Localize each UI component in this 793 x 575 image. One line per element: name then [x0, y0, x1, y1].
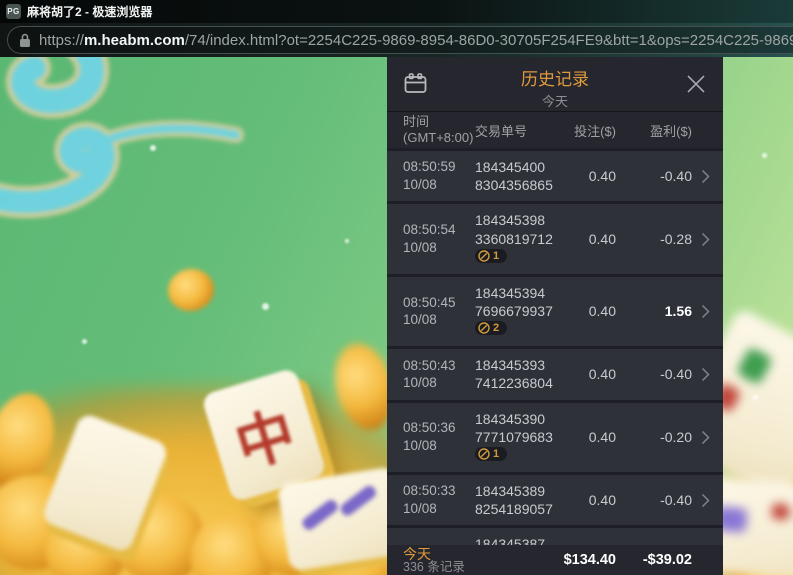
- column-header-bet: 投注($): [574, 123, 616, 139]
- row-profit: -0.40: [660, 168, 692, 185]
- browser-urlbar: https://m.heabm.com/74/index.html?ot=225…: [0, 23, 793, 57]
- sparkle: [753, 395, 758, 400]
- bonus-count: 1: [493, 447, 500, 460]
- row-bet: 0.40: [588, 366, 616, 383]
- row-bet: 0.40: [588, 492, 616, 509]
- red-dragon-character: 中: [228, 400, 303, 480]
- browser-titlebar: PG 麻将胡了2 - 极速浏览器: [0, 0, 793, 23]
- pg-favicon: PG: [6, 4, 21, 19]
- row-time: 08:50:54 10/08: [403, 222, 456, 256]
- sparkle: [262, 303, 269, 310]
- row-time: 08:50:36 10/08: [403, 420, 456, 454]
- table-header: 时间 (GMT+8:00) 交易单号 投注($) 盈利($): [387, 112, 723, 148]
- close-icon: [687, 75, 705, 93]
- row-bet: 0.40: [588, 231, 616, 248]
- table-row[interactable]: 08:50:36 10/08 184345390 7771079683 1 0.…: [387, 402, 723, 472]
- bonus-badge: 1: [475, 446, 508, 461]
- bonus-coin-icon: [478, 448, 490, 460]
- row-transaction: 184345394 7696679937 2: [475, 284, 553, 336]
- footer-summary: 今天 336 条记录: [403, 545, 465, 574]
- row-transaction: 184345389 8254189057: [475, 482, 553, 518]
- row-time: 08:50:33 10/08: [403, 483, 456, 517]
- url-host: m.heabm.com: [83, 31, 185, 49]
- row-time: 08:50:45 10/08: [403, 294, 456, 328]
- row-profit: 1.56: [664, 303, 692, 320]
- row-bet: 0.40: [588, 168, 616, 185]
- calendar-button[interactable]: [403, 72, 428, 96]
- row-transaction: 184345390 7771079683 1: [475, 410, 553, 461]
- gold-coin: [164, 265, 218, 315]
- chevron-right-icon: [701, 493, 710, 507]
- url-text: https://m.heabm.com/74/index.html?ot=225…: [39, 32, 793, 49]
- row-time: 08:50:59 10/08: [403, 159, 456, 193]
- window-title: 麻将胡了2 - 极速浏览器: [27, 5, 153, 19]
- bonus-count: 1: [493, 249, 500, 262]
- row-transaction: 184345400 8304356865: [475, 159, 553, 194]
- row-transaction: 184345393 7412236804: [475, 357, 553, 392]
- row-time: 08:50:43 10/08: [403, 357, 456, 391]
- bonus-count: 2: [493, 322, 500, 335]
- chevron-right-icon: [701, 232, 710, 246]
- row-bet: 0.40: [588, 429, 616, 446]
- footer-total-profit: -$39.02: [642, 552, 692, 568]
- sparkle: [762, 153, 767, 158]
- bonus-badge: 1: [475, 248, 508, 263]
- chevron-right-icon: [701, 430, 710, 444]
- url-path: /74/index.html?ot=2254C225-9869-8954-86D…: [184, 31, 793, 49]
- panel-title: 历史记录: [521, 70, 589, 89]
- chevron-right-icon: [701, 367, 710, 381]
- column-header-profit: 盈利($): [650, 123, 692, 139]
- panel-subtitle: 今天: [541, 94, 568, 109]
- row-profit: -0.20: [660, 429, 692, 446]
- history-panel-header: 历史记录 今天: [387, 57, 723, 112]
- lock-icon: [19, 33, 30, 47]
- bonus-coin-icon: [478, 322, 490, 334]
- calendar-icon: [404, 73, 427, 93]
- table-row[interactable]: 08:50:27 10/08 184345387 3780440064 1: [387, 528, 723, 545]
- cloud-swirl-decoration: [0, 57, 244, 218]
- history-rows: 08:50:59 10/08 184345400 8304356865 0.40…: [387, 148, 723, 545]
- table-row[interactable]: 08:50:43 10/08 184345393 7412236804 0.40…: [387, 349, 723, 400]
- table-row[interactable]: 08:50:33 10/08 184345389 8254189057 0.40…: [387, 474, 723, 526]
- row-profit: -0.40: [660, 492, 692, 509]
- chevron-right-icon: [701, 304, 710, 318]
- column-header-time: 时间 (GMT+8:00): [403, 114, 474, 145]
- table-row[interactable]: 08:50:59 10/08 184345400 8304356865 0.40…: [387, 151, 723, 202]
- sparkle: [345, 239, 349, 243]
- chevron-right-icon: [701, 169, 710, 183]
- sparkle: [82, 339, 87, 344]
- address-input[interactable]: https://m.heabm.com/74/index.html?ot=225…: [7, 26, 793, 54]
- row-transaction: 184345398 3360819712 1: [475, 212, 553, 263]
- table-row[interactable]: 08:50:45 10/08 184345394 7696679937 2 0.…: [387, 276, 723, 347]
- column-header-transaction: 交易单号: [475, 123, 528, 139]
- sparkle: [150, 145, 156, 151]
- footer-total-bet: $134.40: [563, 552, 616, 568]
- browser-window: PG 麻将胡了2 - 极速浏览器 https://m.heabm.com/74/…: [0, 0, 793, 575]
- bonus-badge: 2: [475, 321, 508, 336]
- row-profit: -0.28: [660, 231, 692, 248]
- row-profit: -0.40: [660, 366, 692, 383]
- row-transaction: 184345387 3780440064 1: [475, 535, 560, 545]
- table-footer: 今天 336 条记录 $134.40 -$39.02: [387, 545, 723, 575]
- history-panel: 历史记录 今天 时间 (GMT+8:00) 交易单号 投注($) 盈利($) 0…: [387, 57, 723, 575]
- url-scheme: https://: [38, 31, 84, 49]
- table-row[interactable]: 08:50:54 10/08 184345398 3360819712 1 0.…: [387, 204, 723, 274]
- close-button[interactable]: [685, 73, 707, 95]
- bonus-coin-icon: [478, 250, 490, 262]
- row-bet: 0.40: [588, 303, 616, 320]
